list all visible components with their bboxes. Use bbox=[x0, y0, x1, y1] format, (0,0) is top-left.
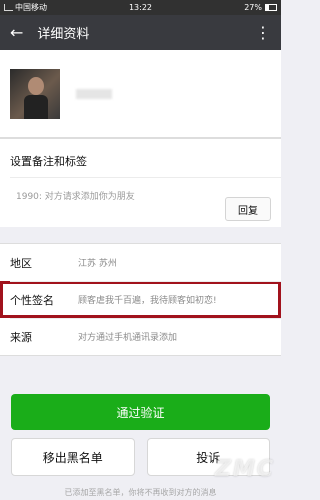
remove-blacklist-button[interactable]: 移出黑名单 bbox=[11, 438, 135, 476]
friend-request-text: 1990: 对方请求添加你为朋友 bbox=[16, 192, 135, 202]
blurred-name bbox=[76, 88, 112, 99]
back-arrow-icon[interactable]: ← bbox=[10, 23, 23, 42]
time-text: 13:22 bbox=[128, 3, 153, 12]
reply-button[interactable]: 回复 bbox=[225, 197, 271, 221]
watermark-text: ZMC bbox=[215, 457, 275, 482]
footer-note: 已添加至黑名单，你将不再收到对方的消息 bbox=[64, 488, 217, 497]
profile-card bbox=[0, 50, 281, 138]
region-label: 地区 bbox=[10, 256, 32, 270]
status-bar: 中国移动 13:22 27% bbox=[0, 0, 281, 15]
verify-button[interactable]: 通过验证 bbox=[11, 394, 270, 430]
divider bbox=[10, 177, 281, 178]
carrier-text: 中国移动 bbox=[15, 3, 47, 12]
battery-text: 27% bbox=[244, 3, 262, 12]
battery-icon bbox=[265, 4, 277, 11]
remark-title[interactable]: 设置备注和标签 bbox=[10, 153, 87, 169]
more-vertical-icon[interactable]: ⋮ bbox=[255, 24, 271, 41]
page-title: 详细资料 bbox=[37, 27, 90, 42]
info-row-source: 来源 对方通过手机通讯录添加 bbox=[0, 318, 281, 355]
avatar[interactable] bbox=[10, 68, 60, 119]
top-bar: ← 详细资料 ⋮ bbox=[0, 15, 281, 50]
signature-value: 顾客虐我千百遍，我待顾客如初恋! bbox=[78, 296, 217, 306]
signature-label: 个性签名 bbox=[10, 293, 54, 307]
source-value: 对方通过手机通讯录添加 bbox=[78, 333, 178, 343]
source-label: 来源 bbox=[10, 330, 32, 344]
remark-section: 设置备注和标签 1990: 对方请求添加你为朋友 回复 bbox=[0, 138, 281, 227]
info-row-region: 地区 江苏 苏州 bbox=[0, 244, 281, 281]
info-list: 地区 江苏 苏州 个性签名 顾客虐我千百遍，我待顾客如初恋! 来源 对方通过手机… bbox=[0, 243, 281, 356]
info-row-signature: 个性签名 顾客虐我千百遍，我待顾客如初恋! bbox=[0, 281, 281, 318]
signal-icon bbox=[4, 4, 13, 11]
region-value: 江苏 苏州 bbox=[78, 259, 117, 269]
